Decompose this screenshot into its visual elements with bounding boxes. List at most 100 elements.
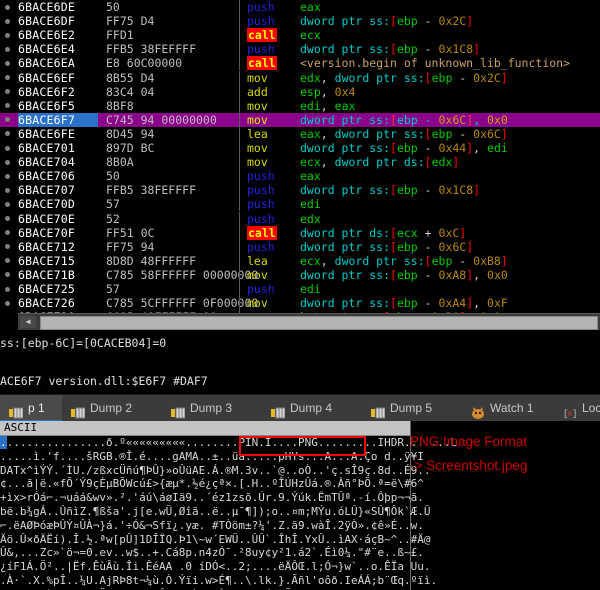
disassembly-row[interactable]: 6BACE725 57 push edi	[0, 282, 600, 297]
tab-locals[interactable]: [x] Locals	[554, 395, 600, 422]
breakpoint-gutter[interactable]	[0, 226, 18, 240]
operand-token: -	[417, 141, 439, 155]
disassembly-row[interactable]: 6BACE6EF 8B55 D4 mov edx, dword ptr ss:[ebp…	[0, 70, 600, 85]
breakpoint-gutter[interactable]	[0, 28, 18, 42]
dump-ascii-row[interactable]: DATx^ìÝÝ.´ÌU./zßxcÜñú¶ÞÛ}»oÛüAE.Á.®M.3v.…	[0, 464, 430, 478]
mnemonic-cell: push	[247, 240, 275, 254]
dump-ascii-row[interactable]: .À·`.X.%pÎ..¼U.AjRÞ8t¬¼ù.Ò.Ýïi.w>É¶..\.l…	[0, 574, 437, 588]
column-separator	[239, 56, 240, 71]
breakpoint-gutter[interactable]	[0, 141, 18, 155]
operand-token: ,	[320, 98, 335, 113]
tab-dump-5[interactable]: Dump 5	[362, 395, 463, 422]
breakpoint-gutter[interactable]	[0, 99, 18, 113]
dump-ascii-text: Û&,...Zc»`ö¬=0.ev..w$..+.Cá8p.n4zÓ¯.²8uy…	[0, 546, 424, 560]
disassembly-row[interactable]: 6BACE726 C785 5CFFFFFF 0F000000 mov dword p…	[0, 296, 600, 311]
breakpoint-gutter[interactable]	[0, 268, 18, 282]
disassembly-row[interactable]: 6BACE6E4 FFB5 38FEFFFF push dword ptr ss:[e…	[0, 42, 600, 57]
dump-ascii-row[interactable]: +ìx>rÓá⌐.¬uáá&wv».².'áú\áøIä9..´éz1zsõ.Ú…	[0, 491, 424, 505]
row-mnemonic: push	[247, 197, 275, 212]
column-separator	[239, 98, 240, 113]
operand-token: ]	[459, 225, 467, 240]
operand-token: dword ptr ss:	[300, 296, 391, 311]
breakpoint-gutter[interactable]	[0, 71, 18, 85]
dump-ascii-row[interactable]: ⌐.ëAØÞóæÞÛÝ¤ÛÀ¬}á.'÷Ó&¬Sfï¿.yæ. #TÒöm±?¼…	[0, 519, 424, 533]
disassembly-row[interactable]: 6BACE712 FF75 94 push dword ptr ss:[ebp - 0…	[0, 239, 600, 254]
disassembly-row[interactable]: 6BACE6EA E8 60C00000 call <version.begin of…	[0, 56, 600, 71]
operand-token: 0xC	[438, 225, 460, 240]
breakpoint-gutter[interactable]	[0, 56, 18, 70]
disassembly-panel[interactable]: 6BACE6DE 50 push eax 6BACE6DF FF75 D4 push dwor…	[0, 0, 600, 313]
row-mnemonic: mov	[247, 70, 268, 85]
breakpoint-gutter[interactable]	[0, 169, 18, 183]
tab-dump-2[interactable]: Dump 2	[62, 395, 163, 422]
disassembly-row[interactable]: 6BACE70D 57 push edi	[0, 197, 600, 212]
operand-token: 0xF	[487, 296, 508, 311]
dump-ascii-row[interactable]: ................ð.º«««««««««........PÏÑ.…	[0, 436, 457, 450]
disassembly-row[interactable]: 6BACE707 FFB5 38FEFFFF push dword ptr ss:[e…	[0, 183, 600, 198]
disassembly-row[interactable]: 6BACE704 8B0A mov ecx, dword ptr ds:[edx]	[0, 155, 600, 170]
disassembly-row[interactable]: 6BACE6FE 8D45 94 lea eax, dword ptr ss:[ebp…	[0, 126, 600, 141]
watch-cat-icon	[471, 402, 485, 419]
disassembly-row[interactable]: 6BACE6E2 FFD1 call ecx	[0, 28, 600, 43]
operand-token: ]	[500, 70, 508, 85]
disassembly-row[interactable]: 6BACE71B C785 58FFFFFF 00000000 mov dword p…	[0, 267, 600, 282]
disassembly-row[interactable]: 6BACE70E 52 push edx	[0, 211, 600, 226]
breakpoint-gutter[interactable]	[0, 155, 18, 169]
dump-ascii-row[interactable]: bë.b¾gÁ..ÛñìZ.¶ßša'.j[e.wÜ,Øîã..ë..µ¯¶])…	[0, 505, 430, 519]
tab-watch-1[interactable]: Watch 1	[462, 395, 555, 422]
breakpoint-gutter[interactable]	[0, 310, 18, 313]
operand-token: ebp	[396, 296, 418, 311]
breakpoint-gutter[interactable]	[0, 42, 18, 56]
breakpoint-gutter[interactable]	[0, 254, 18, 268]
gutter-bullet-icon	[5, 159, 10, 165]
breakpoint-gutter[interactable]	[0, 296, 18, 310]
operand-token: ]	[500, 126, 508, 141]
breakpoint-gutter[interactable]	[0, 282, 18, 296]
breakpoint-gutter[interactable]	[0, 183, 18, 197]
disassembly-row[interactable]: 6BACE70F FF51 0C call dword ptr ds:[ecx + 0…	[0, 225, 600, 240]
gutter-bullet-icon	[5, 230, 10, 236]
breakpoint-gutter[interactable]	[0, 212, 18, 226]
dump-ascii-row[interactable]: .....ì.'f....šRGB.®Î.é....gAMA..±..üa...…	[0, 450, 424, 464]
scroll-thumb[interactable]	[40, 316, 598, 330]
operand-token: dword ptr ss:	[334, 126, 425, 141]
disassembly-row[interactable]: 6BACE6F7 C745 94 00000000 mov dword ptr ss:…	[0, 112, 600, 127]
dump-ascii-text: DATx^ìÝÝ.´ÌU./zßxcÜñú¶ÞÛ}»oÛüAE.Á.®M.3v.…	[0, 463, 431, 477]
dump-ascii-row[interactable]: Äö.Û×ðÄËí).Î.½.ªw[pÛ]1DÎÏQ.Þ1\~w´EWÜ..ÛÛ…	[0, 533, 430, 547]
row-address: 6BACE707	[18, 183, 75, 198]
disassembly-row[interactable]: 6BACE6DE 50 push eax	[0, 0, 600, 15]
breakpoint-gutter[interactable]	[0, 127, 18, 141]
breakpoint-gutter[interactable]	[0, 240, 18, 254]
tab-label: p 1	[28, 401, 45, 415]
dump-ascii-text: .....ì.'f....šRGB.®Î.é....gAMA..±..üa...…	[0, 449, 424, 463]
row-opcode-bytes: 897D BC	[106, 141, 155, 155]
selected-byte[interactable]: .	[0, 436, 7, 449]
tab-dump-4[interactable]: Dump 4	[262, 395, 363, 422]
mnemonic-cell: call	[247, 56, 277, 71]
disassembly-row[interactable]: 6BACE6DF FF75 D4 push dword ptr ss:[ebp - 0…	[0, 14, 600, 29]
disassembly-row[interactable]: 6BACE701 897D BC mov dword ptr ss:[ebp - 0x…	[0, 141, 600, 156]
operand-token: 0x1C8	[438, 183, 474, 198]
row-operands: dword ptr ss:[ebp - 0xA8], 0x0	[300, 268, 508, 282]
scroll-left-icon[interactable]: ◀	[20, 316, 36, 328]
disassembly-row[interactable]: 6BACE6F2 83C4 04 add esp, 0x4	[0, 84, 600, 99]
disassembly-row[interactable]: 6BACE715 8D8D 48FFFFFF lea ecx, dword ptr s…	[0, 253, 600, 268]
disassembly-hscrollbar[interactable]: ◀	[18, 313, 600, 330]
dump-ascii-row[interactable]: Û&,...Zc»`ö¬=0.ev..w$..+.Cá8p.n4zÓ¯.²8uy…	[0, 546, 424, 560]
operand-token: ecx	[300, 253, 321, 268]
dump-ascii-row[interactable]: ¿íF1Á.Ö²..|Ëf.ÊùÂù.Îi.ÊéAA .0 íDÓ<..2;..…	[0, 560, 430, 574]
breakpoint-gutter[interactable]	[0, 14, 18, 28]
dump-tab-bar[interactable]: p 1 Dump 2 Dump 3 Dump 4 Dump 5 Watch 1 [x] Loc…	[0, 394, 600, 422]
breakpoint-gutter[interactable]	[0, 113, 18, 127]
tab-p-1[interactable]: p 1	[0, 395, 63, 422]
disassembly-row[interactable]: 6BACE6F5 8BF8 mov edi, eax	[0, 98, 600, 113]
breakpoint-gutter[interactable]	[0, 85, 18, 99]
dump-ascii-text: +ìx>rÓá⌐.¬uáá&wv».².'áú\áøIä9..´éz1zsõ.Ú…	[0, 491, 424, 505]
breakpoint-gutter[interactable]	[0, 0, 18, 14]
tab-dump-3[interactable]: Dump 3	[162, 395, 263, 422]
disassembly-row[interactable]: 6BACE706 50 push eax	[0, 169, 600, 184]
mnemonic-cell: mov	[247, 296, 268, 310]
breakpoint-gutter[interactable]	[0, 197, 18, 211]
dump-ascii-row[interactable]: ¢...ã|ë.«fÕ´Ý9çÈµBÕWcú£>{æµ*.½é¿çª×.[.H.…	[0, 477, 424, 491]
row-address: 6BACE70D	[18, 197, 75, 212]
